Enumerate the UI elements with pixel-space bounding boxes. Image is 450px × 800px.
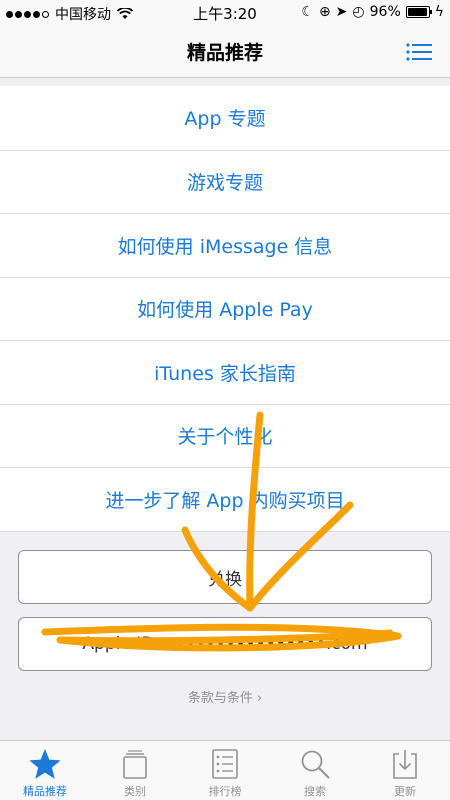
link-game-topics[interactable]: 游戏专题 <box>0 149 450 214</box>
tab-featured[interactable]: 精品推荐 <box>0 741 90 800</box>
apple-id-button[interactable]: Apple ID: ••••••••••••••••.com <box>18 617 432 671</box>
link-itunes-parents-guide[interactable]: iTunes 家长指南 <box>0 340 450 404</box>
tab-label: 类别 <box>124 785 146 798</box>
alarm-icon: ◴ <box>352 4 365 20</box>
battery-percent: 96% <box>369 4 401 20</box>
status-right: ☾ ⊕ ➤ ◴ 96% ϟ <box>301 4 444 20</box>
battery-icon <box>405 6 432 18</box>
moon-icon: ☾ <box>301 4 314 20</box>
link-personalization[interactable]: 关于个性化 <box>0 403 450 468</box>
page-title: 精品推荐 <box>186 42 263 64</box>
battery-fill <box>407 8 427 16</box>
terms-link[interactable]: 条款与条件 › <box>0 687 450 706</box>
rotation-lock-icon: ⊕ <box>318 4 331 20</box>
link-in-app-purchases[interactable]: 进一步了解 App 内购买项目 <box>0 467 450 531</box>
tab-label: 排行榜 <box>208 785 242 798</box>
redeem-button[interactable]: 兑换 <box>18 550 432 604</box>
link-list: App 专题 游戏专题 如何使用 iMessage 信息 如何使用 Apple … <box>0 86 450 532</box>
list-menu-icon[interactable] <box>406 42 432 62</box>
star-icon <box>29 749 61 779</box>
link-apple-pay-guide[interactable]: 如何使用 Apple Pay <box>0 276 450 341</box>
tab-bar: 精品推荐 类别 排行榜 搜索 更新 <box>0 740 450 800</box>
tab-charts[interactable]: 排行榜 <box>180 741 270 800</box>
tab-updates[interactable]: 更新 <box>360 741 450 800</box>
location-icon: ➤ <box>335 4 348 20</box>
categories-icon <box>123 750 147 779</box>
tab-search[interactable]: 搜索 <box>270 741 360 800</box>
navigation-bar: 精品推荐 <box>0 26 450 78</box>
link-app-topics[interactable]: App 专题 <box>0 86 450 150</box>
tab-label: 更新 <box>394 785 416 798</box>
link-imessage-guide[interactable]: 如何使用 iMessage 信息 <box>0 213 450 277</box>
list-icon <box>212 749 238 779</box>
updates-icon <box>393 750 417 779</box>
tab-label: 搜索 <box>304 785 326 798</box>
search-icon <box>301 750 330 779</box>
charging-icon: ϟ <box>434 4 444 20</box>
status-bar: 中国移动 上午3:20 ☾ ⊕ ➤ ◴ 96% ϟ <box>0 0 450 26</box>
tab-categories[interactable]: 类别 <box>90 741 180 800</box>
tab-label: 精品推荐 <box>23 785 67 798</box>
